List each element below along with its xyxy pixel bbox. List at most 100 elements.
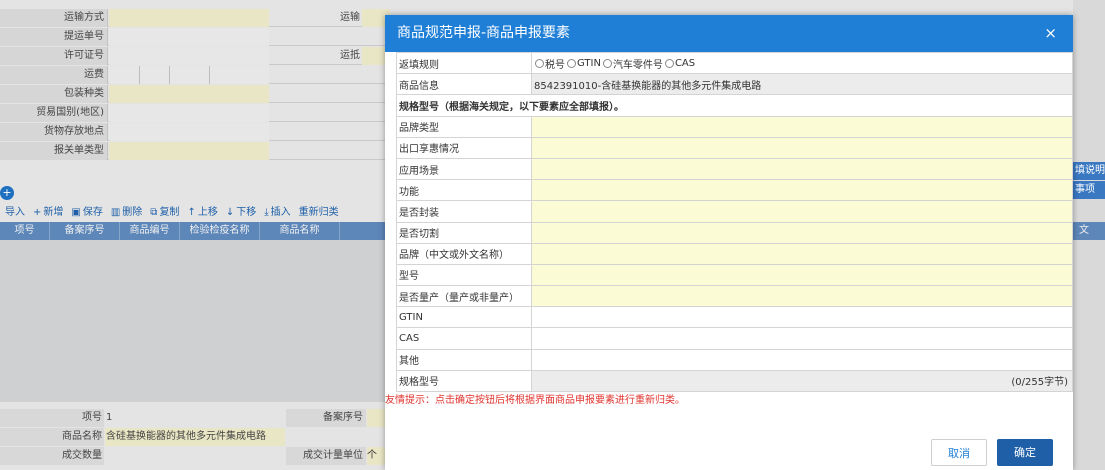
element-input[interactable] xyxy=(531,242,1073,265)
form-label: 许可证号 xyxy=(0,47,108,65)
radio-button[interactable] xyxy=(535,58,544,68)
toolbar-button-label: 删除 xyxy=(122,207,143,218)
element-row: 功能 xyxy=(396,179,1073,202)
form-field[interactable] xyxy=(109,9,269,27)
spec-model-row: 规格型号 (0/255字节) xyxy=(396,369,1073,393)
fill-instructions-button[interactable]: 填说明 xyxy=(1073,162,1105,180)
toolbar-button-label: 上移 xyxy=(197,207,218,218)
form-field[interactable] xyxy=(109,104,269,122)
toolbar-button[interactable]: ▣ 保存 xyxy=(66,204,105,222)
close-icon[interactable]: × xyxy=(1044,15,1057,52)
radio-option-label: 汽车零件号 xyxy=(612,59,663,71)
fill-rule-options: 税号 GTIN 汽车零件号 CAS xyxy=(531,51,1073,75)
element-label: 其他 xyxy=(396,348,532,371)
notes-button[interactable]: 事项 xyxy=(1073,181,1105,199)
element-label: 是否封装 xyxy=(396,200,532,223)
radio-option-label: GTIN xyxy=(577,57,601,69)
form-field[interactable] xyxy=(109,85,269,103)
element-input[interactable] xyxy=(531,157,1073,181)
goods-toolbar: 导入 + 新增 ▣ 保存 ▥ 删除 ⧉ 复制 ↑ 上移 ↓ 下移 ⤓ 插入 重新归类 xyxy=(0,204,395,222)
add-circle-icon[interactable]: + xyxy=(0,186,14,200)
table-header-cell[interactable]: 项号 xyxy=(0,222,50,240)
toolbar-icon: ⤓ xyxy=(264,207,269,218)
form-label-right xyxy=(300,123,360,141)
toolbar-button[interactable]: ⧉ 复制 xyxy=(145,204,182,222)
form-label-right xyxy=(300,85,360,103)
radio-option-label: 税号 xyxy=(545,59,565,71)
radio-button[interactable] xyxy=(567,58,576,68)
element-row: CAS xyxy=(396,327,1073,350)
detail-label-right: 成交计量单位 xyxy=(286,447,366,465)
form-label-right xyxy=(300,66,360,84)
element-row: 应用场景 xyxy=(396,157,1073,181)
detail-label-right: 备案序号 xyxy=(286,409,366,427)
element-input[interactable] xyxy=(531,221,1073,244)
dialog-footer: 取消 确定 xyxy=(385,434,1073,470)
form-field[interactable] xyxy=(109,123,269,141)
detail-field[interactable]: 含硅基换能器的其他多元件集成电路 xyxy=(105,428,285,446)
detail-field[interactable]: 1 xyxy=(105,409,285,427)
element-input[interactable] xyxy=(531,136,1073,159)
toolbar-button[interactable]: 重新归类 xyxy=(294,204,342,222)
element-input[interactable] xyxy=(531,285,1073,308)
declaration-elements-table: 返填规则 税号 GTIN 汽车零件号 CAS 商品信息 8542391010-含硅基换… xyxy=(396,51,1073,393)
form-field[interactable] xyxy=(109,47,269,65)
element-input[interactable] xyxy=(531,115,1073,138)
element-input[interactable] xyxy=(531,348,1073,371)
radio-button[interactable] xyxy=(602,58,612,68)
form-field[interactable] xyxy=(109,142,269,160)
element-row: 是否切割 xyxy=(396,221,1073,244)
element-input[interactable] xyxy=(531,327,1073,350)
toolbar-button-label: 下移 xyxy=(236,207,257,218)
toolbar-button[interactable]: ▥ 删除 xyxy=(106,204,145,222)
element-label: CAS xyxy=(396,327,532,350)
form-label: 包装种类 xyxy=(0,85,108,103)
form-label: 报关单类型 xyxy=(0,142,108,160)
toolbar-button[interactable]: ↑ 上移 xyxy=(182,204,220,222)
table-header-cell-right: 文 xyxy=(1073,222,1105,240)
form-label: 运输方式 xyxy=(0,9,108,27)
toolbar-button-label: 保存 xyxy=(82,207,103,218)
goods-table-body xyxy=(0,240,395,402)
spec-heading-row: 规格型号（根据海关规定，以下要素应全部填报）。 xyxy=(396,94,1073,117)
toolbar-button[interactable]: ⤓ 插入 xyxy=(259,204,293,222)
form-field[interactable] xyxy=(109,28,269,46)
element-row: 型号 xyxy=(396,263,1073,287)
spec-heading: 规格型号（根据海关规定，以下要素应全部填报）。 xyxy=(396,94,1073,117)
form-label-right xyxy=(300,28,360,46)
right-strip: 填说明 事项 文 xyxy=(1073,0,1105,470)
detail-row: 商品名称 含硅基换能器的其他多元件集成电路 xyxy=(0,428,395,446)
detail-field[interactable] xyxy=(105,447,285,465)
element-input[interactable] xyxy=(531,306,1073,329)
toolbar-icon: ▣ xyxy=(71,207,81,218)
form-label-right xyxy=(300,142,360,160)
table-header-cell[interactable]: 检验检疫名称 xyxy=(180,222,260,240)
confirm-button[interactable]: 确定 xyxy=(997,439,1053,466)
form-label-right: 运抵 xyxy=(340,50,360,61)
goods-info-row: 商品信息 8542391010-含硅基换能器的其他多元件集成电路 xyxy=(396,73,1073,96)
element-row: GTIN xyxy=(396,306,1073,329)
toolbar-button[interactable]: 导入 xyxy=(0,204,28,222)
detail-label: 商品名称 xyxy=(0,428,104,446)
table-header-cell[interactable]: 备案序号 xyxy=(50,222,120,240)
element-input[interactable] xyxy=(531,200,1073,223)
declaration-elements-dialog: 商品规范申报-商品申报要素 × 返填规则 税号 GTIN 汽车零件号 CAS 商品信息… xyxy=(385,15,1073,470)
form-field[interactable] xyxy=(109,66,269,84)
toolbar-button[interactable]: ↓ 下移 xyxy=(221,204,259,222)
detail-label: 成交数量 xyxy=(0,447,104,465)
radio-button[interactable] xyxy=(664,58,674,68)
table-header-cell[interactable]: 商品编号 xyxy=(120,222,180,240)
element-label: 功能 xyxy=(396,179,532,202)
dialog-title: 商品规范申报-商品申报要素 xyxy=(397,25,571,41)
toolbar-button[interactable]: + 新增 xyxy=(28,204,66,222)
table-header-cell[interactable]: 商品名称 xyxy=(260,222,340,240)
element-input[interactable] xyxy=(531,179,1073,202)
toolbar-icon: ▥ xyxy=(110,207,121,218)
toolbar-button-label: 重新归类 xyxy=(298,207,339,218)
element-label: 是否量产（量产或非量产） xyxy=(396,285,532,308)
cancel-button[interactable]: 取消 xyxy=(931,439,987,466)
fill-rule-row: 返填规则 税号 GTIN 汽车零件号 CAS xyxy=(396,51,1073,75)
toolbar-icon: + xyxy=(33,207,42,218)
element-input[interactable] xyxy=(531,263,1073,287)
detail-label: 项号 xyxy=(0,409,104,427)
